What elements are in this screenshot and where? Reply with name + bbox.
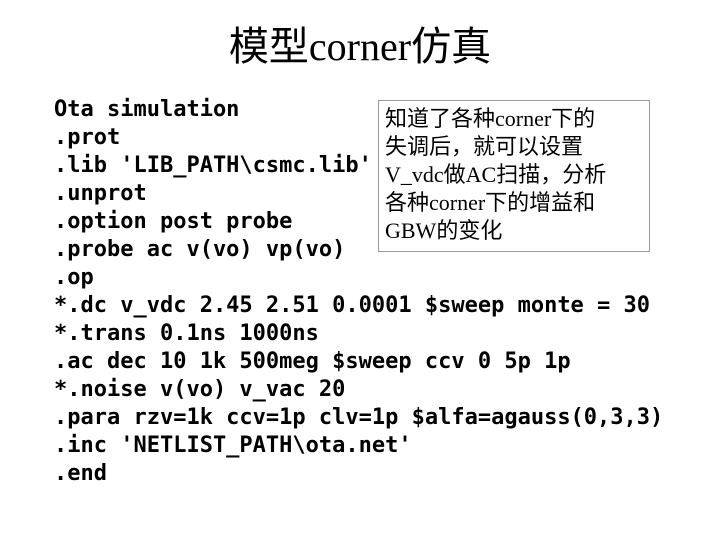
code-line: .inc 'NETLIST_PATH\ota.net'	[54, 433, 412, 458]
annotation-line: GBW的变化	[385, 217, 643, 245]
code-line: .probe ac v(vo) vp(vo)	[54, 237, 345, 262]
code-line: .unprot	[54, 181, 147, 206]
code-line: *.dc v_vdc 2.45 2.51 0.0001 $sweep monte…	[54, 293, 650, 318]
code-line: *.trans 0.1ns 1000ns	[54, 321, 319, 346]
code-line: *.noise v(vo) v_vac 20	[54, 377, 345, 402]
code-line: .para rzv=1k ccv=1p clv=1p $alfa=agauss(…	[54, 405, 663, 430]
annotation-box: 知道了各种corner下的 失调后，就可以设置 V_vdc做AC扫描，分析 各种…	[378, 100, 650, 252]
code-line: Ota simulation	[54, 97, 239, 122]
slide-title: 模型corner仿真	[0, 14, 720, 72]
annotation-line: V_vdc做AC扫描，分析	[385, 161, 643, 189]
annotation-line: 知道了各种corner下的	[385, 105, 643, 133]
code-line: .op	[54, 265, 94, 290]
code-line: .lib 'LIB_PATH\csmc.lib' tt	[54, 153, 425, 178]
code-line: .option post probe	[54, 209, 292, 234]
code-line: .prot	[54, 125, 120, 150]
code-line: .end	[54, 461, 107, 486]
slide: 模型corner仿真 Ota simulation .prot .lib 'LI…	[0, 0, 720, 540]
annotation-line: 失调后，就可以设置	[385, 133, 643, 161]
annotation-line: 各种corner下的增益和	[385, 189, 643, 217]
code-line: .ac dec 10 1k 500meg $sweep ccv 0 5p 1p	[54, 349, 571, 374]
